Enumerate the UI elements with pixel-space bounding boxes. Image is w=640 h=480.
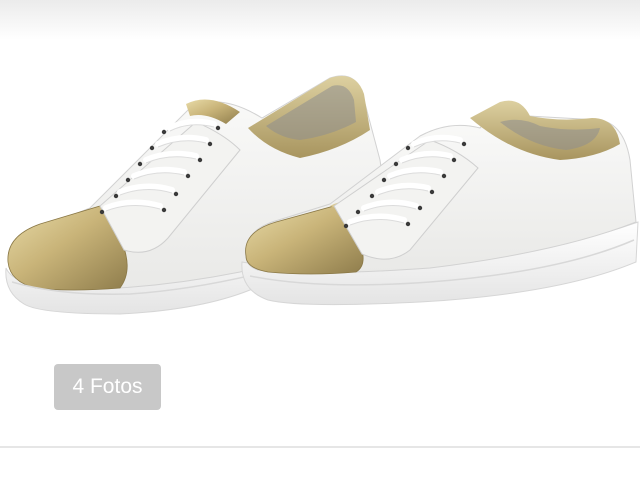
photo-count-badge[interactable]: 4 Fotos — [54, 364, 161, 410]
bottom-area — [0, 448, 640, 480]
product-image[interactable] — [0, 40, 640, 340]
top-fade — [0, 0, 640, 40]
